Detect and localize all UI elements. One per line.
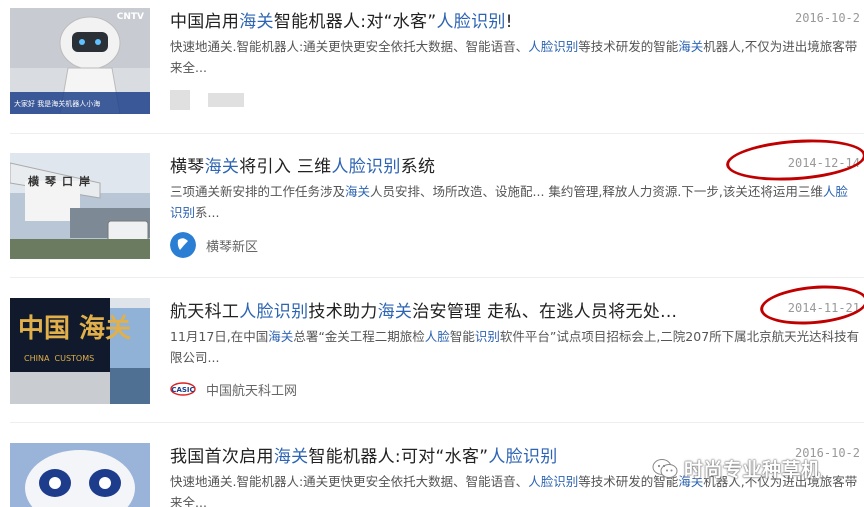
source-name: 横琴新区 (206, 239, 259, 255)
text-segment: 横琴 (170, 157, 205, 177)
text-segment: 11月17日,在中国 (170, 329, 269, 344)
highlighted-keyword: 海关 (239, 12, 274, 32)
highlighted-keyword: 人脸识别 (239, 302, 309, 322)
thumb-logo: CNTV (116, 12, 144, 22)
robot-closeup-thumbnail[interactable] (10, 443, 150, 507)
text-segment: 三项通关新安排的工作任务涉及 (170, 184, 346, 199)
thumb-sign-en: CHINA CUSTOMS (24, 354, 95, 363)
result-snippet: 三项通关新安排的工作任务涉及海关人员安排、场所改造、设施配... 集约管理,释放… (170, 181, 860, 223)
result-title[interactable]: 横琴海关将引入 三维人脸识别系统 (170, 152, 435, 177)
customs-sign-thumbnail[interactable]: 中国 海关 CHINA CUSTOMS (10, 298, 150, 404)
source-name: 中国航天科工网 (206, 383, 298, 399)
result-title[interactable]: 中国启用海关智能机器人:对“水客”人脸识别! (170, 7, 513, 32)
annotation-circle (758, 281, 864, 329)
robot-thumbnail[interactable]: CNTV 大家好 我是海关机器人小海 (10, 8, 150, 114)
highlighted-keyword: 海关 (268, 329, 294, 344)
divider (10, 277, 864, 278)
highlighted-keyword: 人脸识别 (528, 474, 579, 489)
result-title[interactable]: 我国首次启用海关智能机器人:可对“水客”人脸识别 (170, 442, 558, 467)
text-segment: 智能机器人:可对“水客” (308, 447, 489, 467)
highlighted-keyword: 人脸识别 (436, 12, 506, 32)
text-segment: 技术助力 (308, 302, 378, 322)
highlighted-keyword: 人脸识别 (488, 447, 558, 467)
result-date: 2016-10-2 (794, 11, 860, 25)
text-segment: 航天科工 (170, 302, 240, 322)
thumb-sign: 横琴口岸 (28, 175, 96, 188)
highlighted-keyword: 人脸识别 (528, 39, 579, 54)
text-segment: 智能 (449, 329, 475, 344)
annotation-circle (724, 135, 864, 185)
highlighted-keyword: 海关 (273, 447, 309, 467)
thumb-sign-cn: 中国 海关 (18, 314, 132, 344)
divider (10, 422, 864, 423)
svg-text:CASIC: CASIC (171, 386, 194, 394)
watermark: 时尚专业种草机 (652, 455, 821, 482)
highlighted-keyword: 海关 (345, 184, 371, 199)
text-segment: 快速地通关.智能机器人:通关更快更安全依托大数据、智能语音、 (170, 474, 529, 489)
text-segment: 总署“金关工程二期旅检 (293, 329, 425, 344)
result-source[interactable]: 横琴新区 (170, 232, 258, 258)
text-segment: ! (505, 12, 513, 32)
text-segment: 快速地通关.智能机器人:通关更快更安全依托大数据、智能语音、 (170, 39, 529, 54)
highlighted-keyword: 海关 (377, 302, 413, 322)
wechat-icon (652, 458, 678, 478)
watermark-text: 时尚专业种草机 (684, 459, 821, 481)
blurred-name (208, 93, 244, 107)
text-segment: 人员安排、场所改造、设施配... 集约管理,释放人力资源.下一步,该关还将运用三… (370, 184, 823, 199)
text-segment: 智能机器人:对“水客” (273, 12, 437, 32)
result-snippet: 快速地通关.智能机器人:通关更快更安全依托大数据、智能语音、人脸识别等技术研发的… (170, 36, 860, 78)
result-source[interactable]: CASIC 中国航天科工网 (170, 376, 297, 402)
hengqin-logo-icon (170, 232, 196, 258)
text-segment: 系... (195, 205, 220, 220)
result-snippet: 11月17日,在中国海关总署“金关工程二期旅检人脸智能识别软件平台”试点项目招标… (170, 326, 860, 368)
casic-logo-icon: CASIC (170, 376, 196, 402)
highlighted-keyword: 识别 (474, 329, 500, 344)
highlighted-keyword: 海关 (204, 157, 240, 177)
text-segment: 治安管理 走私、在逃人员将无处... (412, 302, 678, 322)
text-segment: 中国启用 (170, 12, 240, 32)
text-segment: 我国首次启用 (170, 447, 274, 467)
port-building-thumbnail[interactable]: 横琴口岸 (10, 153, 150, 259)
text-segment: 等技术研发的智能 (578, 39, 679, 54)
result-title[interactable]: 航天科工人脸识别技术助力海关治安管理 走私、在逃人员将无处... (170, 297, 677, 322)
result-source-blurred (170, 90, 252, 110)
highlighted-keyword: 海关 (678, 39, 704, 54)
highlighted-keyword: 人脸 (424, 329, 450, 344)
highlighted-keyword: 人脸识别 (331, 157, 401, 177)
text-segment: 将引入 三维 (239, 157, 332, 177)
thumb-caption: 大家好 我是海关机器人小海 (14, 100, 101, 108)
text-segment: 系统 (400, 157, 436, 177)
divider (10, 133, 864, 134)
blurred-logo (170, 90, 190, 110)
